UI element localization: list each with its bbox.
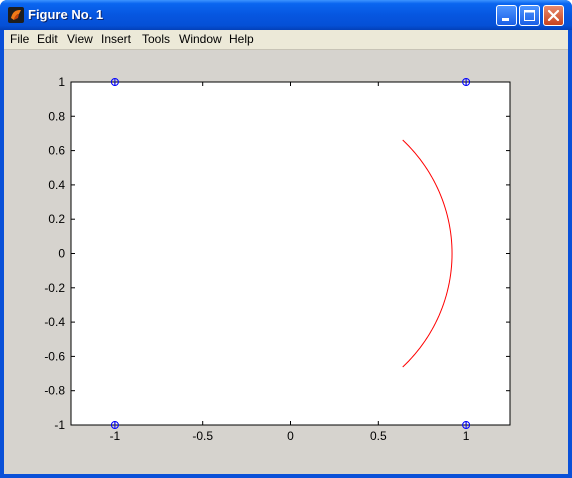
close-button[interactable] (543, 5, 564, 26)
figure-window: Figure No. 1 File Edit View Insert Tools… (0, 0, 572, 478)
window-title: Figure No. 1 (28, 7, 104, 22)
close-icon (547, 9, 560, 22)
minimize-icon (502, 18, 509, 21)
y-tick-label: 0.2 (48, 212, 65, 226)
x-tick-label: -1 (110, 429, 121, 443)
axes-background[interactable] (70, 81, 511, 426)
y-tick-label: 1 (58, 75, 65, 89)
y-tick-label: 0 (58, 247, 65, 261)
y-tick-label: 0.8 (48, 109, 65, 123)
x-tick-label: 1 (463, 429, 470, 443)
matlab-icon (8, 7, 24, 23)
y-tick-label: -0.4 (44, 315, 65, 329)
y-tick-label: -0.2 (44, 281, 65, 295)
y-tick-label: -0.6 (44, 349, 65, 363)
title-bar[interactable]: Figure No. 1 (0, 0, 572, 30)
x-tick-label: 0 (287, 429, 294, 443)
minimize-button[interactable] (496, 5, 517, 26)
y-tick-label: 0.6 (48, 144, 65, 158)
x-tick-label: -0.5 (192, 429, 213, 443)
figure-client-area: File Edit View Insert Tools Window Help … (4, 30, 568, 474)
maximize-icon (524, 10, 535, 21)
maximize-button[interactable] (519, 5, 540, 26)
y-tick-label: -1 (54, 418, 65, 432)
y-tick-label: -0.8 (44, 384, 65, 398)
figure-canvas: -1 -0.5 0 0.5 1 1 0.8 0.6 0.4 0.2 0 -0.2 -0.4 -0.6 -0.… (44, 75, 511, 443)
y-tick-label: 0.4 (48, 178, 65, 192)
x-tick-label: 0.5 (370, 429, 387, 443)
